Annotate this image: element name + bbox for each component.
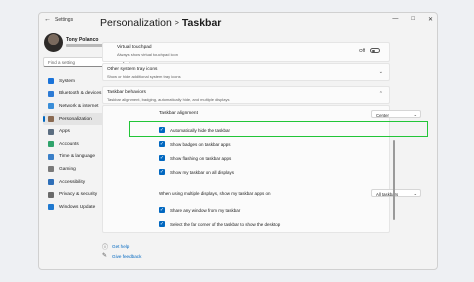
user-name: Tony Polanco	[66, 37, 99, 43]
virtual-touchpad-toggle[interactable]	[370, 48, 380, 53]
system-icon	[48, 78, 54, 85]
virtual-touchpad-title: Virtual touchpad	[117, 45, 152, 50]
alignment-dropdown[interactable]: Center ⌄	[371, 110, 421, 118]
sidebar-item-label: Apps	[59, 129, 70, 135]
maximize-icon[interactable]: □	[411, 16, 415, 23]
privacy-icon	[48, 191, 54, 198]
gaming-icon	[48, 166, 54, 173]
checkbox[interactable]: ✓	[159, 221, 165, 227]
checkbox-label: Show my taskbar on all displays	[170, 170, 235, 175]
window-controls: — □ ✕	[392, 16, 433, 23]
give-feedback-link[interactable]: Give feedback	[112, 254, 141, 259]
app-title: Settings	[55, 17, 74, 23]
checkbox-label: Show badges on taskbar apps	[170, 142, 231, 147]
personalization-icon	[48, 116, 54, 123]
breadcrumb: Personalization > Taskbar	[100, 17, 221, 29]
checkbox[interactable]: ✓	[159, 141, 165, 147]
minimize-icon[interactable]: —	[392, 16, 398, 23]
breadcrumb-parent[interactable]: Personalization	[100, 17, 172, 29]
sidebar-item-label: Accessibility	[59, 179, 86, 185]
accessibility-icon	[48, 179, 54, 186]
checkbox[interactable]: ✓	[159, 155, 165, 161]
system-tray-icons-card[interactable]: Other system tray icons Show or hide add…	[102, 63, 390, 81]
sidebar-item-label: Accounts	[59, 141, 79, 147]
sidebar-item-label: Bluetooth & devices	[59, 91, 102, 97]
virtual-touchpad-card: Virtual touchpad Always show virtual tou…	[102, 42, 390, 62]
highlight-box	[129, 121, 428, 137]
scrollbar[interactable]	[393, 140, 395, 220]
tray-title: Other system tray icons	[107, 67, 158, 72]
chevron-down-icon: ⌄	[413, 191, 417, 196]
checkbox[interactable]: ✓	[159, 207, 165, 213]
windows-update-icon	[48, 204, 54, 211]
sidebar-item-label: Windows Update	[59, 204, 96, 210]
tray-desc: Show or hide additional system tray icon…	[107, 74, 181, 79]
checkbox[interactable]: ✓	[159, 169, 165, 175]
page-title: Taskbar	[181, 17, 222, 29]
get-help-link[interactable]: Get help	[112, 244, 129, 249]
sidebar-item-label: Network & internet	[59, 103, 99, 109]
close-icon[interactable]: ✕	[428, 16, 433, 23]
multi-display-dropdown[interactable]: All taskbars ⌄	[371, 189, 421, 197]
chevron-up-icon: ⌃	[378, 91, 383, 97]
accounts-icon	[48, 141, 54, 148]
network-icon	[48, 103, 54, 110]
sidebar-item-label: Time & language	[59, 154, 96, 160]
virtual-touchpad-desc: Always show virtual touchpad icon	[117, 52, 178, 57]
behaviors-title: Taskbar behaviors	[107, 90, 146, 95]
sidebar-item-label: System	[59, 78, 75, 84]
checkbox-label: Select the far corner of the taskbar to …	[170, 222, 281, 227]
chevron-down-icon: ⌄	[413, 112, 417, 117]
chevron-down-icon: ⌄	[378, 69, 383, 75]
checkbox-label: Show flashing on taskbar apps	[170, 156, 232, 161]
title-bar: ← Settings — □ ✕	[39, 13, 437, 29]
help-icon: ⓘ	[102, 245, 109, 251]
alignment-label: Taskbar alignment	[159, 111, 198, 116]
checkbox-label: Share any window from my taskbar	[170, 208, 241, 213]
back-arrow-icon[interactable]: ←	[44, 16, 51, 23]
apps-icon	[48, 128, 54, 135]
sidebar-item-label: Personalization	[59, 116, 92, 122]
user-email-redacted	[66, 44, 106, 47]
alignment-value: Center	[376, 112, 389, 118]
toggle-state-label: Off	[359, 48, 365, 53]
taskbar-behaviors-header[interactable]: Taskbar behaviors Taskbar alignment, bad…	[102, 86, 390, 104]
behaviors-desc: Taskbar alignment, badging, automaticall…	[107, 97, 230, 102]
breadcrumb-separator-icon: >	[174, 20, 179, 27]
avatar[interactable]	[44, 33, 63, 52]
multi-display-label: When using multiple displays, show my ta…	[159, 191, 271, 196]
sidebar-item-label: Privacy & security	[59, 192, 98, 198]
time-icon	[48, 153, 54, 160]
sidebar-item-label: Gaming	[59, 166, 76, 172]
search-placeholder: Find a setting	[48, 60, 76, 65]
feedback-icon: ✎	[102, 253, 108, 259]
bluetooth-icon	[48, 90, 54, 97]
